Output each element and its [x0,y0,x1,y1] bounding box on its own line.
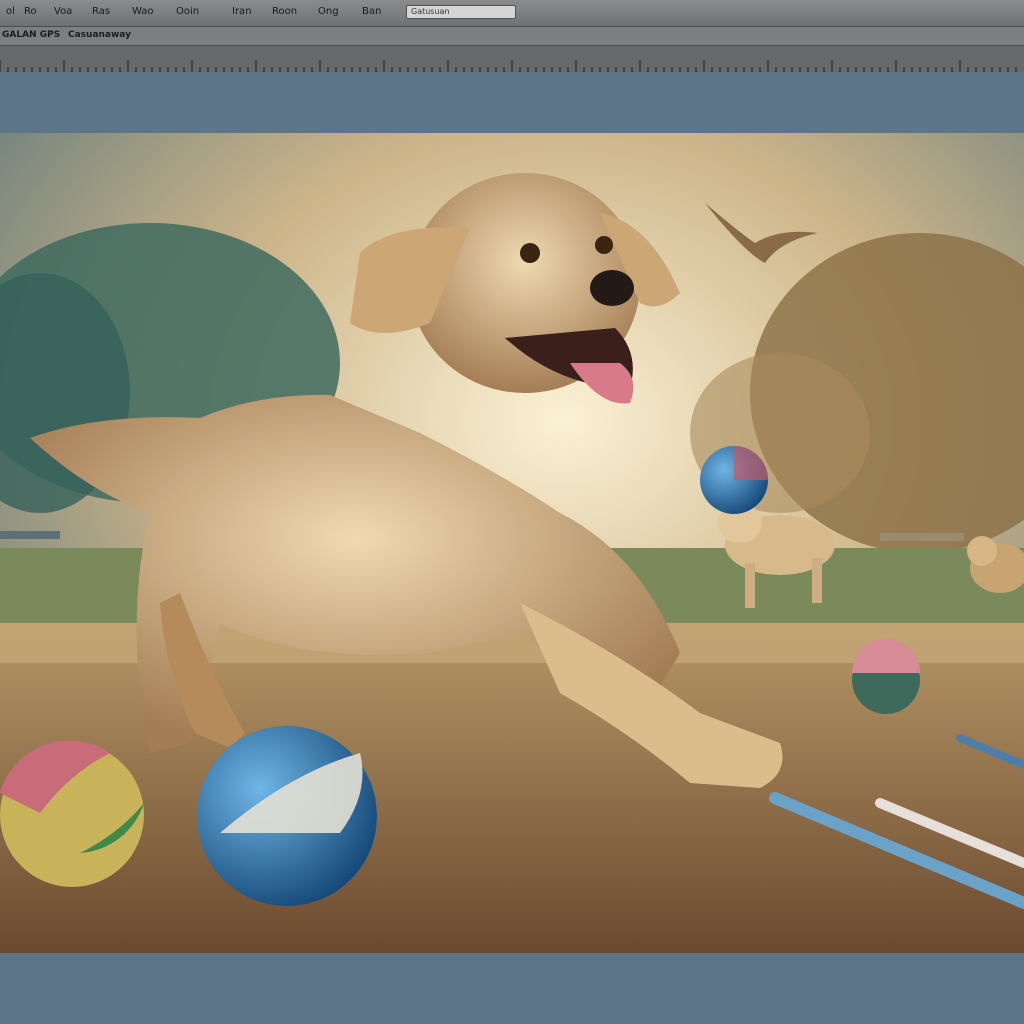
menu-item-6[interactable]: Ooin [176,6,199,17]
menu-bar: ol Ro Voa Ras Wao Ooin Iran Roon Ong Ban… [0,0,1024,27]
ruler-ticks [0,60,1017,72]
ruler [0,46,1024,73]
menu-item-10[interactable]: Ban [362,6,381,17]
tool-preset-label[interactable]: GALAN GPS [2,30,60,40]
menu-item-5[interactable]: Wao [132,6,154,17]
menu-item-2[interactable]: Ro [24,6,37,17]
document-canvas[interactable] [0,133,1024,953]
menu-item-1[interactable]: ol [6,6,15,17]
search-input-value: Gatusuan [411,7,450,16]
search-input[interactable]: Gatusuan [406,5,516,19]
menu-item-4[interactable]: Ras [92,6,110,17]
menu-item-8[interactable]: Roon [272,6,297,17]
tool-options-bar: GALAN GPS Casuanaway [0,27,1024,46]
menu-item-7[interactable]: Iran [232,6,252,17]
menu-item-9[interactable]: Ong [318,6,339,17]
tool-mode-label[interactable]: Casuanaway [68,30,131,40]
menu-item-3[interactable]: Voa [54,6,72,17]
dog-painting-image [0,133,1024,953]
